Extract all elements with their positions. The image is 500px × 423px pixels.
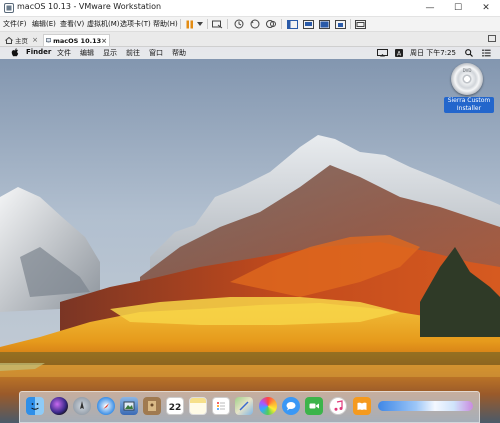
safari-icon[interactable] <box>97 397 115 415</box>
tab-bar: 主页 × macOS 10.13 × <box>0 32 500 47</box>
mac-menu-help[interactable]: 帮助 <box>172 48 186 58</box>
notification-center-icon[interactable] <box>482 49 491 57</box>
unity-icon[interactable] <box>333 18 347 30</box>
menu-vm[interactable]: 虚拟机(M) <box>87 19 120 29</box>
console-view-icon[interactable] <box>301 18 315 30</box>
mac-menu-finder[interactable]: Finder <box>26 48 51 56</box>
tab-home-label: 主页 <box>15 37 28 45</box>
pause-icon[interactable] <box>184 18 196 30</box>
desktop-icon-label: Sierra Custom Installer <box>444 97 494 113</box>
mac-clock[interactable]: 周日 下午7:25 <box>410 48 456 58</box>
revert-snapshot-icon[interactable] <box>248 18 262 30</box>
mac-menu-go[interactable]: 前往 <box>126 48 140 58</box>
maps-icon[interactable] <box>235 397 253 415</box>
contacts-icon[interactable] <box>143 397 161 415</box>
screen-mirroring-icon[interactable] <box>377 49 388 57</box>
tab-home[interactable]: 主页 × <box>3 34 40 46</box>
finder-icon[interactable] <box>26 397 44 415</box>
apple-menu-icon[interactable] <box>11 48 19 57</box>
vmware-app-icon <box>4 3 14 13</box>
sidebar-view-icon[interactable] <box>285 18 299 30</box>
home-icon <box>5 36 13 44</box>
minimize-button[interactable]: — <box>416 0 444 16</box>
vm-display[interactable]: Finder 文件 编辑 显示 前往 窗口 帮助 A 周日 下午7:25 DVD… <box>0 47 500 423</box>
snapshot-manager-icon[interactable] <box>264 18 278 30</box>
mac-menu-file[interactable]: 文件 <box>57 48 71 58</box>
window-title: macOS 10.13 - VMware Workstation <box>17 2 162 11</box>
music-icon[interactable] <box>329 397 347 415</box>
dock-recent-item-icon[interactable] <box>378 401 473 411</box>
menu-toolbar: 文件(F) 编辑(E) 查看(V) 虚拟机(M) 选项卡(T) 帮助(H) <box>0 17 500 32</box>
stretch-guest-icon[interactable] <box>353 18 367 30</box>
calendar-day: 22 <box>168 402 182 413</box>
mac-menu-edit[interactable]: 编辑 <box>80 48 94 58</box>
tab-macos-label: macOS 10.13 <box>53 36 102 45</box>
snapshot-icon[interactable] <box>232 18 246 30</box>
tab-macos[interactable]: macOS 10.13 × <box>43 34 110 46</box>
mac-menu-view[interactable]: 显示 <box>103 48 117 58</box>
calendar-icon[interactable]: 22 <box>166 397 184 415</box>
menu-help[interactable]: 帮助(H) <box>153 19 178 29</box>
high-sierra-wallpaper <box>0 47 500 423</box>
maximize-button[interactable]: ☐ <box>444 0 472 16</box>
ibooks-icon[interactable] <box>353 397 371 415</box>
tab-macos-close-icon[interactable]: × <box>101 37 109 45</box>
vm-icon <box>46 38 52 43</box>
reminders-icon[interactable] <box>212 397 230 415</box>
menu-file[interactable]: 文件(F) <box>3 19 27 29</box>
spotlight-icon[interactable] <box>465 49 473 57</box>
notes-icon[interactable] <box>189 397 207 415</box>
photo-viewer-icon[interactable] <box>120 397 138 415</box>
photos-icon[interactable] <box>259 397 277 415</box>
desktop-icon-label-line2: Installer <box>456 105 482 112</box>
fullscreen-icon[interactable] <box>317 18 331 30</box>
mac-dock: 22 <box>19 391 480 423</box>
tab-maximize-icon[interactable] <box>488 35 496 42</box>
desktop-icon-label-line1: Sierra Custom <box>447 97 491 104</box>
window-title-bar: macOS 10.13 - VMware Workstation — ☐ ✕ <box>0 0 500 17</box>
facetime-icon[interactable] <box>305 397 323 415</box>
mac-menu-window[interactable]: 窗口 <box>149 48 163 58</box>
input-source-icon[interactable]: A <box>395 49 403 57</box>
send-keys-icon[interactable] <box>210 18 224 30</box>
dvd-disc-icon: DVD <box>451 63 483 95</box>
mac-menu-bar: Finder 文件 编辑 显示 前往 窗口 帮助 A 周日 下午7:25 <box>0 47 500 59</box>
siri-icon[interactable] <box>50 397 68 415</box>
pause-dropdown-icon[interactable] <box>196 18 204 30</box>
close-button[interactable]: ✕ <box>472 0 500 16</box>
menu-view[interactable]: 查看(V) <box>60 19 84 29</box>
messages-icon[interactable] <box>282 397 300 415</box>
menu-tabs[interactable]: 选项卡(T) <box>120 19 151 29</box>
menu-edit[interactable]: 编辑(E) <box>32 19 56 29</box>
launchpad-icon[interactable] <box>73 397 91 415</box>
dvd-disc-text: DVD <box>462 68 472 73</box>
tab-home-close-icon[interactable]: × <box>32 36 40 44</box>
